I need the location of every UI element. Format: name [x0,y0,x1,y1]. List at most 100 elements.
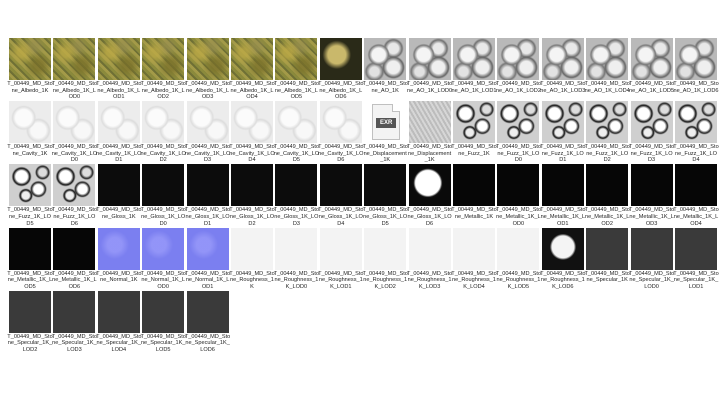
file-item[interactable]: T_00449_MD_Stone_Albedo_1K_LOD2 [140,38,186,102]
file-name: T_00449_MD_Stone_Metallic_1K [451,207,497,220]
file-item[interactable]: T_00449_MD_Stone_Metallic_1K_LOD4 [673,164,719,228]
file-item[interactable]: T_00449_MD_Stone_Gloss_1K_LOD0 [140,164,186,228]
file-item[interactable]: T_00449_MD_Stone_Roughness_1K [229,227,275,292]
file-item[interactable]: T_00449_MD_Stone_Albedo_1K_LOD4 [229,38,275,102]
file-item[interactable]: T_00449_MD_Stone_Albedo_1K_LOD1 [96,38,142,102]
file-item[interactable]: T_00449_MD_Stone_Gloss_1K_LOD5 [362,164,408,228]
file-item[interactable]: T_00449_MD_Stone_Metallic_1K [451,164,497,228]
file-item[interactable]: T_00449_MD_Stone_AO_1K [362,38,408,102]
file-item[interactable]: T_00449_MD_Stone_AO_1K_LOD4 [584,38,630,102]
file-item[interactable]: T_00449_MD_Stone_Specular_1K [584,227,630,292]
file-name: T_00449_MD_Stone_Albedo_1K_LOD4 [229,81,275,101]
file-item[interactable]: T_00449_MD_Stone_Specular_1K_LOD6 [184,290,231,355]
file-item[interactable]: T_00449_MD_Stone_AO_1K_LOD1 [451,38,497,102]
file-item[interactable]: T_00449_MD_Stone_Gloss_1K [96,164,142,228]
file-item[interactable]: T_00449_MD_Stone_Specular_1K_LOD1 [673,227,719,292]
texture-thumbnail [53,38,96,80]
texture-thumbnail [231,164,273,207]
file-item[interactable]: T_00449_MD_Stone_Gloss_1K_LOD1 [185,164,230,228]
texture-thumbnail [364,227,407,270]
file-item[interactable]: T_00449_MD_Stone_Specular_1K_LOD0 [628,227,675,292]
texture-thumbnail [97,164,140,207]
file-name: T_00449_MD_Stone_Roughness_1K_LOD6 [540,270,586,290]
file-name: T_00449_MD_Stone_Cavity_1K_LOD4 [229,144,275,164]
texture-thumbnail [453,164,495,207]
file-item[interactable]: T_00449_MD_Stone_Metallic_1K_LOD1 [540,164,586,228]
texture-thumbnail [186,227,229,270]
file-item[interactable]: T_00449_MD_Stone_AO_1K_LOD6 [673,38,719,102]
file-item[interactable]: T_00449_MD_Stone_Fuzz_1K_LOD4 [673,101,719,165]
file-item[interactable]: T_00449_MD_Stone_Gloss_1K_LOD2 [229,164,275,228]
file-item[interactable]: T_00449_MD_Stone_AO_1K_LOD0 [407,38,452,102]
file-item[interactable]: T_00449_MD_Stone_Cavity_1K [7,101,53,165]
texture-thumbnail [186,101,229,144]
file-name: T_00449_MD_Stone_Metallic_1K_LOD1 [540,207,586,227]
file-item[interactable]: T_00449_MD_Stone_Cavity_1K_LOD6 [318,101,364,165]
file-item[interactable]: T_00449_MD_Stone_Albedo_1K_LOD3 [185,38,230,102]
file-name: T_00449_MD_Stone_Albedo_1K_LOD5 [273,81,320,101]
file-item[interactable]: T_00449_MD_Stone_Roughness_1K_LOD3 [407,227,452,292]
file-item[interactable]: T_00449_MD_Stone_Metallic_1K_LOD0 [496,164,541,228]
file-item[interactable]: T_00449_MD_Stone_Gloss_1K_LOD3 [274,164,319,228]
file-item[interactable]: T_00449_MD_Stone_Albedo_1K_LOD6 [318,38,364,102]
file-item[interactable]: T_00449_MD_Stone_Cavity_1K_LOD4 [229,101,275,165]
texture-thumbnail [53,227,96,270]
file-item[interactable]: T_00449_MD_Stone_AO_1K_LOD5 [629,38,674,102]
file-item[interactable]: T_00449_MD_Stone_Normal_1K_LOD1 [185,227,230,292]
file-item[interactable]: T_00449_MD_Stone_Metallic_1K_LOD6 [52,227,97,292]
file-item[interactable]: T_00449_MD_Stone_Roughness_1K_LOD2 [362,227,408,292]
texture-thumbnail [319,164,362,207]
file-name: T_00449_MD_Stone_Specular_1K_LOD1 [673,270,719,290]
file-name: T_00449_MD_Stone_Specular_1K_LOD6 [184,333,231,353]
file-item[interactable]: T_00449_MD_Stone_Albedo_1K_LOD5 [273,38,320,102]
file-item[interactable]: T_00449_MD_Stone_Fuzz_1K_LOD1 [540,101,586,165]
file-name: T_00449_MD_Stone_Cavity_1K_LOD6 [318,144,364,164]
file-item[interactable]: T_00449_MD_Stone_Roughness_1K_LOD6 [540,227,586,292]
file-item[interactable]: T_00449_MD_Stone_Specular_1K_LOD5 [140,290,186,355]
texture-thumbnail [541,38,584,80]
file-item[interactable]: T_00449_MD_Stone_Cavity_1K_LOD5 [273,101,320,165]
file-name: T_00449_MD_Stone_Specular_1K [584,270,630,284]
texture-thumbnail [53,164,96,207]
file-item[interactable]: T_00449_MD_Stone_Cavity_1K_LOD2 [140,101,186,165]
file-name: T_00449_MD_Stone_AO_1K_LOD6 [673,81,719,94]
file-item[interactable]: T_00449_MD_Stone_Cavity_1K_LOD1 [96,101,142,165]
file-item[interactable]: T_00449_MD_Stone_Fuzz_1K_LOD6 [52,164,97,228]
file-item[interactable]: T_00449_MD_Stone_Metallic_1K_LOD2 [584,164,630,228]
file-item[interactable]: T_00449_MD_Stone_Roughness_1K_LOD4 [451,227,497,292]
file-item[interactable]: T_00449_MD_Stone_AO_1K_LOD2 [496,38,541,102]
file-item[interactable]: T_00449_MD_Stone_Metallic_1K_LOD3 [629,164,674,228]
texture-thumbnail [630,227,673,270]
file-item[interactable]: T_00449_MD_Stone_Albedo_1K [7,38,53,102]
file-item[interactable]: T_00449_MD_Stone_Roughness_1K_LOD5 [496,227,541,292]
file-item[interactable]: T_00449_MD_Stone_Fuzz_1K_LOD2 [584,101,630,165]
file-item[interactable]: T_00449_MD_Stone_Displacement_1K [407,101,452,165]
texture-thumbnail [453,101,495,144]
file-name: T_00449_MD_Stone_Cavity_1K_LOD5 [273,144,320,164]
texture-thumbnail [675,101,717,144]
file-item[interactable]: T_00449_MD_Stone_Gloss_1K_LOD4 [318,164,364,228]
file-item[interactable]: T_00449_MD_Stone_Normal_1K [96,227,142,292]
file-item[interactable]: T_00449_MD_Stone_Metallic_1K_LOD5 [7,227,53,292]
file-item[interactable]: T_00449_MD_Stone_Cavity_1K_LOD0 [52,101,97,165]
file-item[interactable]: T_00449_MD_Stone_Fuzz_1K_LOD5 [7,164,53,228]
file-item[interactable]: EXR T_00449_MD_Stone_Displacement_1K [362,101,408,165]
file-item[interactable]: T_00449_MD_Stone_Specular_1K_LOD4 [96,290,142,355]
file-item[interactable]: T_00449_MD_Stone_Fuzz_1K_LOD0 [495,101,542,165]
file-item[interactable]: T_00449_MD_Stone_Fuzz_1K [451,101,497,165]
file-name: T_00449_MD_Stone_Fuzz_1K_LOD0 [495,144,542,164]
file-item[interactable]: T_00449_MD_Stone_Specular_1K_LOD2 [7,290,53,355]
file-item[interactable]: T_00449_MD_Stone_Roughness_1K_LOD0 [274,227,319,292]
file-item[interactable]: T_00449_MD_Stone_Gloss_1K_LOD6 [407,164,452,228]
file-item[interactable]: T_00449_MD_Stone_Fuzz_1K_LOD3 [629,101,674,165]
texture-thumbnail [231,101,273,144]
file-name: T_00449_MD_Stone_Metallic_1K_LOD2 [584,207,630,227]
file-item[interactable]: T_00449_MD_Stone_Albedo_1K_LOD0 [52,38,97,102]
file-item[interactable]: T_00449_MD_Stone_Cavity_1K_LOD3 [185,101,230,165]
file-item[interactable]: T_00449_MD_Stone_Specular_1K_LOD3 [52,290,97,355]
file-name: T_00449_MD_Stone_Specular_1K_LOD0 [628,270,675,290]
file-item[interactable]: T_00449_MD_Stone_Normal_1K_LOD0 [140,227,186,292]
file-item[interactable]: T_00449_MD_Stone_Roughness_1K_LOD1 [318,227,364,292]
file-item[interactable]: T_00449_MD_Stone_AO_1K_LOD3 [540,38,586,102]
texture-thumbnail [630,38,673,80]
